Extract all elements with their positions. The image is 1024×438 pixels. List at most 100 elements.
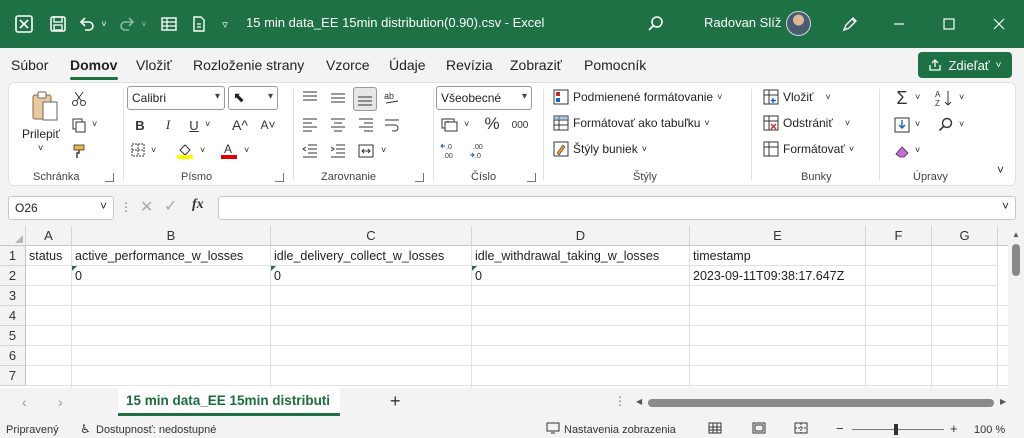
accounting-dropdown-icon[interactable]: ˅: [464, 119, 469, 129]
column-header-h[interactable]: [998, 226, 1008, 246]
cell-f1[interactable]: [866, 246, 932, 266]
select-all-corner[interactable]: [0, 226, 26, 246]
previous-sheet-icon[interactable]: ‹: [22, 394, 27, 410]
column-header-d[interactable]: D: [472, 226, 690, 246]
fill-color-dropdown-icon[interactable]: ˅: [200, 145, 205, 155]
merge-dropdown-icon[interactable]: ˅: [381, 145, 386, 155]
cell-f2[interactable]: [866, 266, 932, 286]
share-button[interactable]: Zdieľať ˅: [918, 52, 1012, 78]
form-icon[interactable]: [158, 12, 180, 36]
vertical-scrollbar[interactable]: ▲: [1008, 226, 1024, 388]
insert-function-button[interactable]: fx: [192, 197, 204, 213]
accessibility-icon[interactable]: ♿: [80, 422, 91, 436]
menu-view[interactable]: Zobraziť: [510, 57, 562, 73]
align-middle-icon[interactable]: [327, 87, 349, 109]
conditional-formatting-button[interactable]: Podmienené formátovanie ˅: [553, 89, 722, 105]
column-header-b[interactable]: B: [72, 226, 271, 246]
underline-button[interactable]: U: [185, 115, 203, 135]
paste-label[interactable]: Prilepiť: [22, 127, 60, 141]
align-right-icon[interactable]: [355, 115, 377, 135]
normal-view-icon[interactable]: [708, 422, 722, 437]
sheet-tab-active[interactable]: 15 min data_EE 15min distributi: [118, 388, 340, 416]
avatar[interactable]: [786, 11, 811, 36]
alignment-launcher-icon[interactable]: [415, 173, 424, 182]
user-name[interactable]: Radovan Slíž: [704, 15, 781, 30]
copy-dropdown-icon[interactable]: ˅: [92, 119, 97, 129]
error-indicator-icon[interactable]: [472, 266, 477, 271]
column-header-e[interactable]: E: [690, 226, 866, 246]
next-sheet-icon[interactable]: ›: [58, 394, 63, 410]
zoom-in-button[interactable]: +: [950, 421, 958, 436]
cell-a2[interactable]: [26, 266, 72, 286]
align-bottom-icon[interactable]: [353, 87, 377, 111]
add-sheet-button[interactable]: +: [390, 391, 401, 412]
scroll-right-icon[interactable]: ▶: [1000, 397, 1006, 406]
tab-split-handle-icon[interactable]: ⋮: [614, 394, 626, 408]
zoom-level[interactable]: 100 %: [974, 424, 1005, 436]
pen-icon[interactable]: [838, 12, 862, 36]
cell-b2[interactable]: 0: [72, 266, 271, 286]
decrease-decimal-icon[interactable]: .00.0: [467, 139, 489, 163]
autosum-dropdown-icon[interactable]: ˅: [915, 92, 920, 102]
column-header-c[interactable]: C: [271, 226, 472, 246]
collapse-ribbon-icon[interactable]: ˅: [997, 163, 1004, 177]
menu-formulas[interactable]: Vzorce: [326, 57, 370, 73]
cell-d2[interactable]: 0: [472, 266, 690, 286]
horizontal-scroll-thumb[interactable]: [648, 399, 994, 407]
close-icon[interactable]: [984, 12, 1014, 36]
cut-icon[interactable]: [69, 89, 89, 109]
maximize-icon[interactable]: [934, 12, 964, 36]
fill-icon[interactable]: [891, 115, 913, 135]
menu-page-layout[interactable]: Rozloženie strany: [193, 57, 304, 73]
chevron-down-icon[interactable]: ˅: [100, 199, 107, 213]
menu-file[interactable]: Súbor: [11, 57, 48, 73]
cell-b1[interactable]: active_performance_w_losses: [72, 246, 271, 266]
confirm-formula-icon[interactable]: ✓: [164, 196, 177, 216]
paste-dropdown-icon[interactable]: ˅: [38, 143, 43, 153]
shrink-font-button[interactable]: A˅: [257, 115, 279, 135]
formula-input[interactable]: ˅: [218, 196, 1016, 220]
zoom-slider[interactable]: [852, 429, 944, 430]
number-format-select[interactable]: Všeobecné ▾: [436, 86, 532, 110]
find-select-icon[interactable]: [935, 115, 957, 135]
percent-button[interactable]: %: [483, 113, 501, 135]
page-break-view-icon[interactable]: [794, 422, 808, 437]
accessibility-status[interactable]: Dostupnosť: nedostupné: [96, 424, 216, 436]
grow-font-button[interactable]: A^: [229, 115, 251, 135]
format-cells-button[interactable]: Formátovať ˅: [763, 141, 854, 157]
borders-dropdown-icon[interactable]: ˅: [151, 145, 156, 155]
clear-dropdown-icon[interactable]: ˅: [915, 145, 920, 155]
text-orientation-icon[interactable]: ab: [381, 87, 403, 109]
vertical-scroll-thumb[interactable]: [1012, 244, 1020, 276]
cell-g2[interactable]: [932, 266, 998, 286]
share-dropdown-icon[interactable]: ˅: [996, 60, 1002, 71]
number-launcher-icon[interactable]: [527, 173, 536, 182]
zoom-slider-thumb[interactable]: [894, 424, 898, 435]
column-header-a[interactable]: A: [26, 226, 72, 246]
font-color-dropdown-icon[interactable]: ˅: [244, 145, 249, 155]
menu-help[interactable]: Pomocník: [584, 57, 646, 73]
bold-button[interactable]: B: [131, 115, 149, 135]
display-settings[interactable]: Nastavenia zobrazenia: [564, 424, 676, 436]
underline-dropdown-icon[interactable]: ˅: [205, 119, 210, 129]
touch-mode-icon[interactable]: [188, 12, 210, 36]
undo-icon[interactable]: [76, 12, 98, 36]
redo-dropdown-icon[interactable]: ˅: [138, 12, 150, 36]
increase-indent-icon[interactable]: [327, 141, 349, 161]
find-select-dropdown-icon[interactable]: ˅: [959, 119, 964, 129]
scroll-up-icon[interactable]: ▲: [1012, 230, 1020, 239]
sort-filter-icon[interactable]: AZ: [933, 87, 955, 109]
cell-styles-button[interactable]: Štýly buniek ˅: [553, 141, 647, 157]
thousands-button[interactable]: 000: [509, 115, 531, 135]
column-header-f[interactable]: F: [866, 226, 932, 246]
row-header-2[interactable]: 2: [0, 266, 26, 286]
clear-icon[interactable]: [891, 141, 913, 161]
search-icon[interactable]: [644, 12, 668, 36]
align-left-icon[interactable]: [299, 115, 321, 135]
italic-button[interactable]: I: [159, 115, 177, 135]
menu-insert[interactable]: Vložiť: [136, 57, 172, 73]
row-header-1[interactable]: 1: [0, 246, 26, 266]
fill-color-icon[interactable]: [175, 139, 195, 161]
zoom-out-button[interactable]: −: [836, 421, 844, 436]
cell-e2[interactable]: 2023-09-11T09:38:17.647Z: [690, 266, 866, 286]
